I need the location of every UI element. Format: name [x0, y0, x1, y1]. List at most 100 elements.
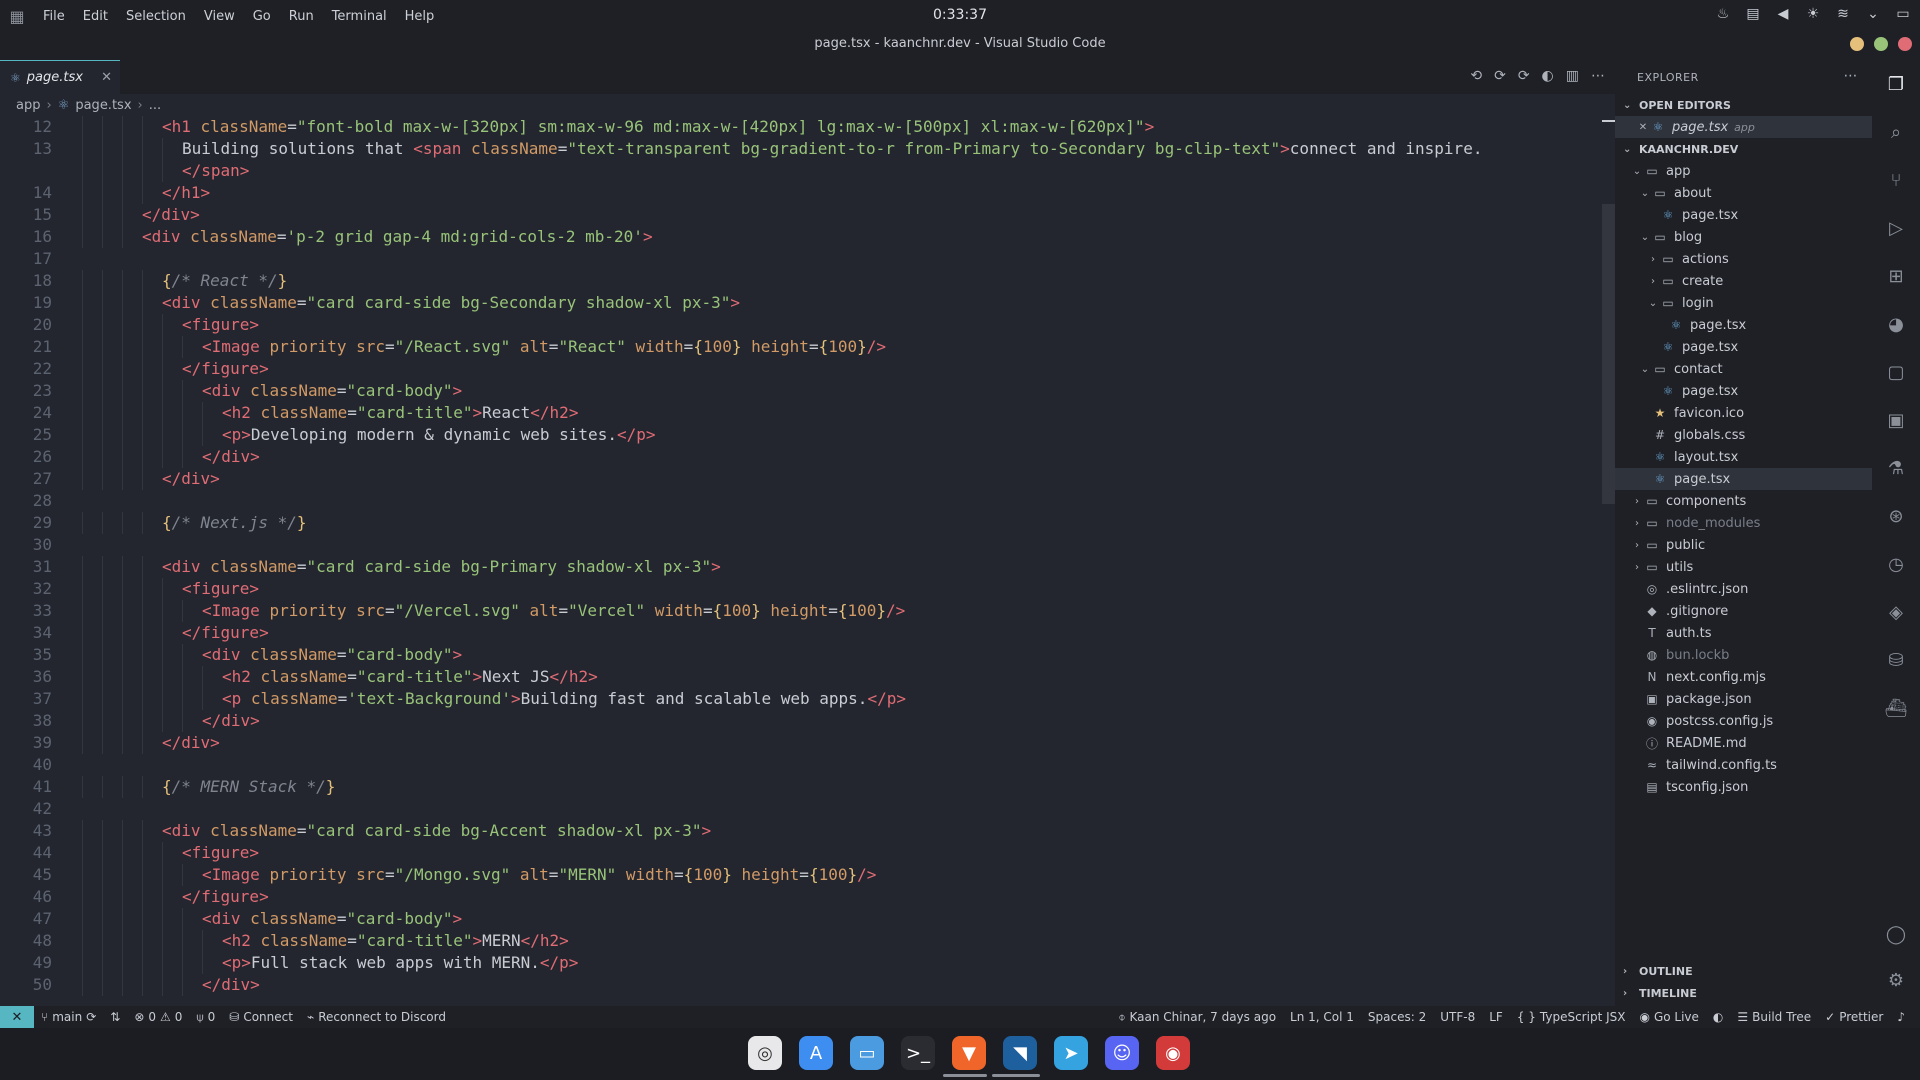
code-line[interactable]: 48 <h2 className="card-title">MERN</h2> — [0, 930, 1600, 952]
code-line[interactable]: 42 — [0, 798, 1600, 820]
tree-folder[interactable]: › ▭ actions — [1615, 248, 1872, 270]
tree-file[interactable]: ▤ tsconfig.json — [1615, 776, 1872, 798]
minimize-button[interactable] — [1850, 37, 1864, 51]
terminal-icon[interactable]: >_ — [901, 1036, 935, 1070]
code-line[interactable]: 50 </div> — [0, 974, 1600, 996]
open-editor-item[interactable]: ✕ ⚛ page.tsx app — [1615, 116, 1872, 138]
tree-file[interactable]: ◉ postcss.config.js — [1615, 710, 1872, 732]
code-line[interactable]: 35 <div className="card-body"> — [0, 644, 1600, 666]
split-editor-icon[interactable]: ▥ — [1566, 68, 1579, 84]
tree-folder[interactable]: ⌄ ▭ app — [1615, 160, 1872, 182]
brave-icon[interactable]: ▼ — [952, 1036, 986, 1070]
code-line[interactable]: 39 </div> — [0, 732, 1600, 754]
tree-file[interactable]: ⚛ page.tsx — [1615, 336, 1872, 358]
timeline-history-icon[interactable]: ◷ — [1872, 544, 1920, 584]
account-icon[interactable]: ◯ — [1872, 914, 1920, 954]
editor-scrollbar[interactable] — [1602, 116, 1615, 1006]
docker-icon[interactable]: ⛴ — [1872, 688, 1920, 728]
code-line[interactable]: 43 <div className="card card-side bg-Acce… — [0, 820, 1600, 842]
code-line[interactable]: 13 Building solutions that <span classNam… — [0, 138, 1600, 160]
code-line[interactable]: 23 <div className="card-body"> — [0, 380, 1600, 402]
testing-icon[interactable]: ⚗ — [1872, 448, 1920, 488]
code-line[interactable]: 49 <p>Full stack web apps with MERN.</p> — [0, 952, 1600, 974]
remote-explorer-icon[interactable]: ▣ — [1872, 400, 1920, 440]
tree-folder[interactable]: › ▭ utils — [1615, 556, 1872, 578]
tree-file[interactable]: Tauth.ts — [1615, 622, 1872, 644]
code-line[interactable]: 40 — [0, 754, 1600, 776]
flame-icon[interactable]: ♨ — [1714, 6, 1732, 22]
window-icon[interactable]: ▭ — [1894, 6, 1912, 22]
code-line[interactable]: 15 </div> — [0, 204, 1600, 226]
breadcrumb-item-file[interactable]: page.tsx — [75, 98, 131, 113]
tree-file[interactable]: ◍ bun.lockb — [1615, 644, 1872, 666]
brightness-icon[interactable]: ☀ — [1804, 6, 1822, 22]
code-line[interactable]: 28 — [0, 490, 1600, 512]
tree-file[interactable]: ⚛ page.tsx — [1615, 380, 1872, 402]
code-line[interactable]: 30 — [0, 534, 1600, 556]
tree-file[interactable]: Nnext.config.mjs — [1615, 666, 1872, 688]
menu-file[interactable]: File — [34, 9, 74, 24]
more-actions-icon[interactable]: ⋯ — [1591, 68, 1605, 84]
telegram-icon[interactable]: ➤ — [1054, 1036, 1088, 1070]
code-line[interactable]: 37 <p className='text-Background'>Buildin… — [0, 688, 1600, 710]
code-line[interactable]: 24 <h2 className="card-title">React</h2> — [0, 402, 1600, 424]
menu-view[interactable]: View — [195, 9, 244, 24]
go-forward-icon[interactable]: ⟳ — [1518, 68, 1530, 84]
tree-folder[interactable]: › ▭ node_modules — [1615, 512, 1872, 534]
vscode-icon[interactable]: ◥ — [1003, 1036, 1037, 1070]
tree-file[interactable]: ⚛ page.tsx — [1615, 314, 1872, 336]
go-back-icon[interactable]: ⟲ — [1470, 68, 1482, 84]
close-icon[interactable]: ✕ — [101, 70, 112, 85]
chevron-down-icon[interactable]: ⌄ — [1864, 6, 1882, 22]
close-button[interactable] — [1898, 37, 1912, 51]
database-icon[interactable]: ⛁ — [1872, 640, 1920, 680]
code-line[interactable]: 22 </figure> — [0, 358, 1600, 380]
prettier-status[interactable]: ✓ Prettier — [1818, 1010, 1890, 1024]
language-status[interactable]: { } TypeScript JSX — [1510, 1010, 1633, 1024]
close-icon[interactable]: ✕ — [1637, 122, 1649, 133]
code-line[interactable]: 21 <Image priority src="/React.svg" alt="… — [0, 336, 1600, 358]
eol-status[interactable]: LF — [1482, 1010, 1510, 1024]
tree-file[interactable]: ▣ package.json — [1615, 688, 1872, 710]
chrome-icon[interactable]: ◎ — [748, 1036, 782, 1070]
code-line[interactable]: 33 <Image priority src="/Vercel.svg" alt=… — [0, 600, 1600, 622]
code-line[interactable]: 46 </figure> — [0, 886, 1600, 908]
changes-icon[interactable]: ⟳ — [1494, 68, 1506, 84]
build-tree-status[interactable]: ☰ Build Tree — [1730, 1010, 1818, 1024]
copilot-status[interactable]: ◐ — [1706, 1010, 1730, 1024]
gitlens-icon[interactable]: ◕ — [1872, 304, 1920, 344]
files-icon[interactable]: ▭ — [850, 1036, 884, 1070]
code-line[interactable]: 12 <h1 className="font-bold max-w-[320px]… — [0, 116, 1600, 138]
search-icon[interactable]: ⌕ — [1872, 112, 1920, 152]
chat-icon[interactable]: ▢ — [1872, 352, 1920, 392]
menu-edit[interactable]: Edit — [74, 9, 117, 24]
discord-icon[interactable]: ☺ — [1105, 1036, 1139, 1070]
code-line[interactable]: 29 {/* Next.js */} — [0, 512, 1600, 534]
code-line[interactable]: 36 <h2 className="card-title">Next JS</h2… — [0, 666, 1600, 688]
problems-status[interactable]: ⊗ 0 ⚠ 0 — [127, 1010, 189, 1024]
remote-indicator-icon[interactable]: ✕ — [0, 1006, 34, 1028]
go-live-status[interactable]: ◉ Go Live — [1632, 1010, 1705, 1024]
tree-file[interactable]: ⚛ layout.tsx — [1615, 446, 1872, 468]
app-store-icon[interactable]: A — [799, 1036, 833, 1070]
timeline-section[interactable]: › TIMELINE — [1615, 982, 1872, 1004]
tree-folder[interactable]: ⌄ ▭ blog — [1615, 226, 1872, 248]
explorer-files-icon[interactable]: ❐ — [1872, 64, 1920, 104]
code-line[interactable]: 45 <Image priority src="/Mongo.svg" alt="… — [0, 864, 1600, 886]
clipboard-icon[interactable]: ▤ — [1744, 6, 1762, 22]
scrollbar-thumb[interactable] — [1602, 204, 1615, 504]
ports-status[interactable]: ⍦ 0 — [189, 1010, 222, 1025]
tree-folder[interactable]: › ▭ public — [1615, 534, 1872, 556]
tree-file[interactable]: ⚛ page.tsx — [1615, 204, 1872, 226]
tree-file[interactable]: # globals.css — [1615, 424, 1872, 446]
source-control-icon[interactable]: ⑂ — [1872, 160, 1920, 200]
tree-file[interactable]: ◆ .gitignore — [1615, 600, 1872, 622]
code-line[interactable]: 44 <figure> — [0, 842, 1600, 864]
tree-folder[interactable]: ⌄ ▭ about — [1615, 182, 1872, 204]
ghost-icon[interactable]: ◉ — [1156, 1036, 1190, 1070]
code-line[interactable]: 31 <div className="card card-side bg-Prim… — [0, 556, 1600, 578]
code-line[interactable]: 18 {/* React */} — [0, 270, 1600, 292]
tree-folder[interactable]: ⌄ ▭ login — [1615, 292, 1872, 314]
wifi-icon[interactable]: ≋ — [1834, 6, 1852, 22]
copilot-icon[interactable]: ◐ — [1542, 68, 1554, 84]
